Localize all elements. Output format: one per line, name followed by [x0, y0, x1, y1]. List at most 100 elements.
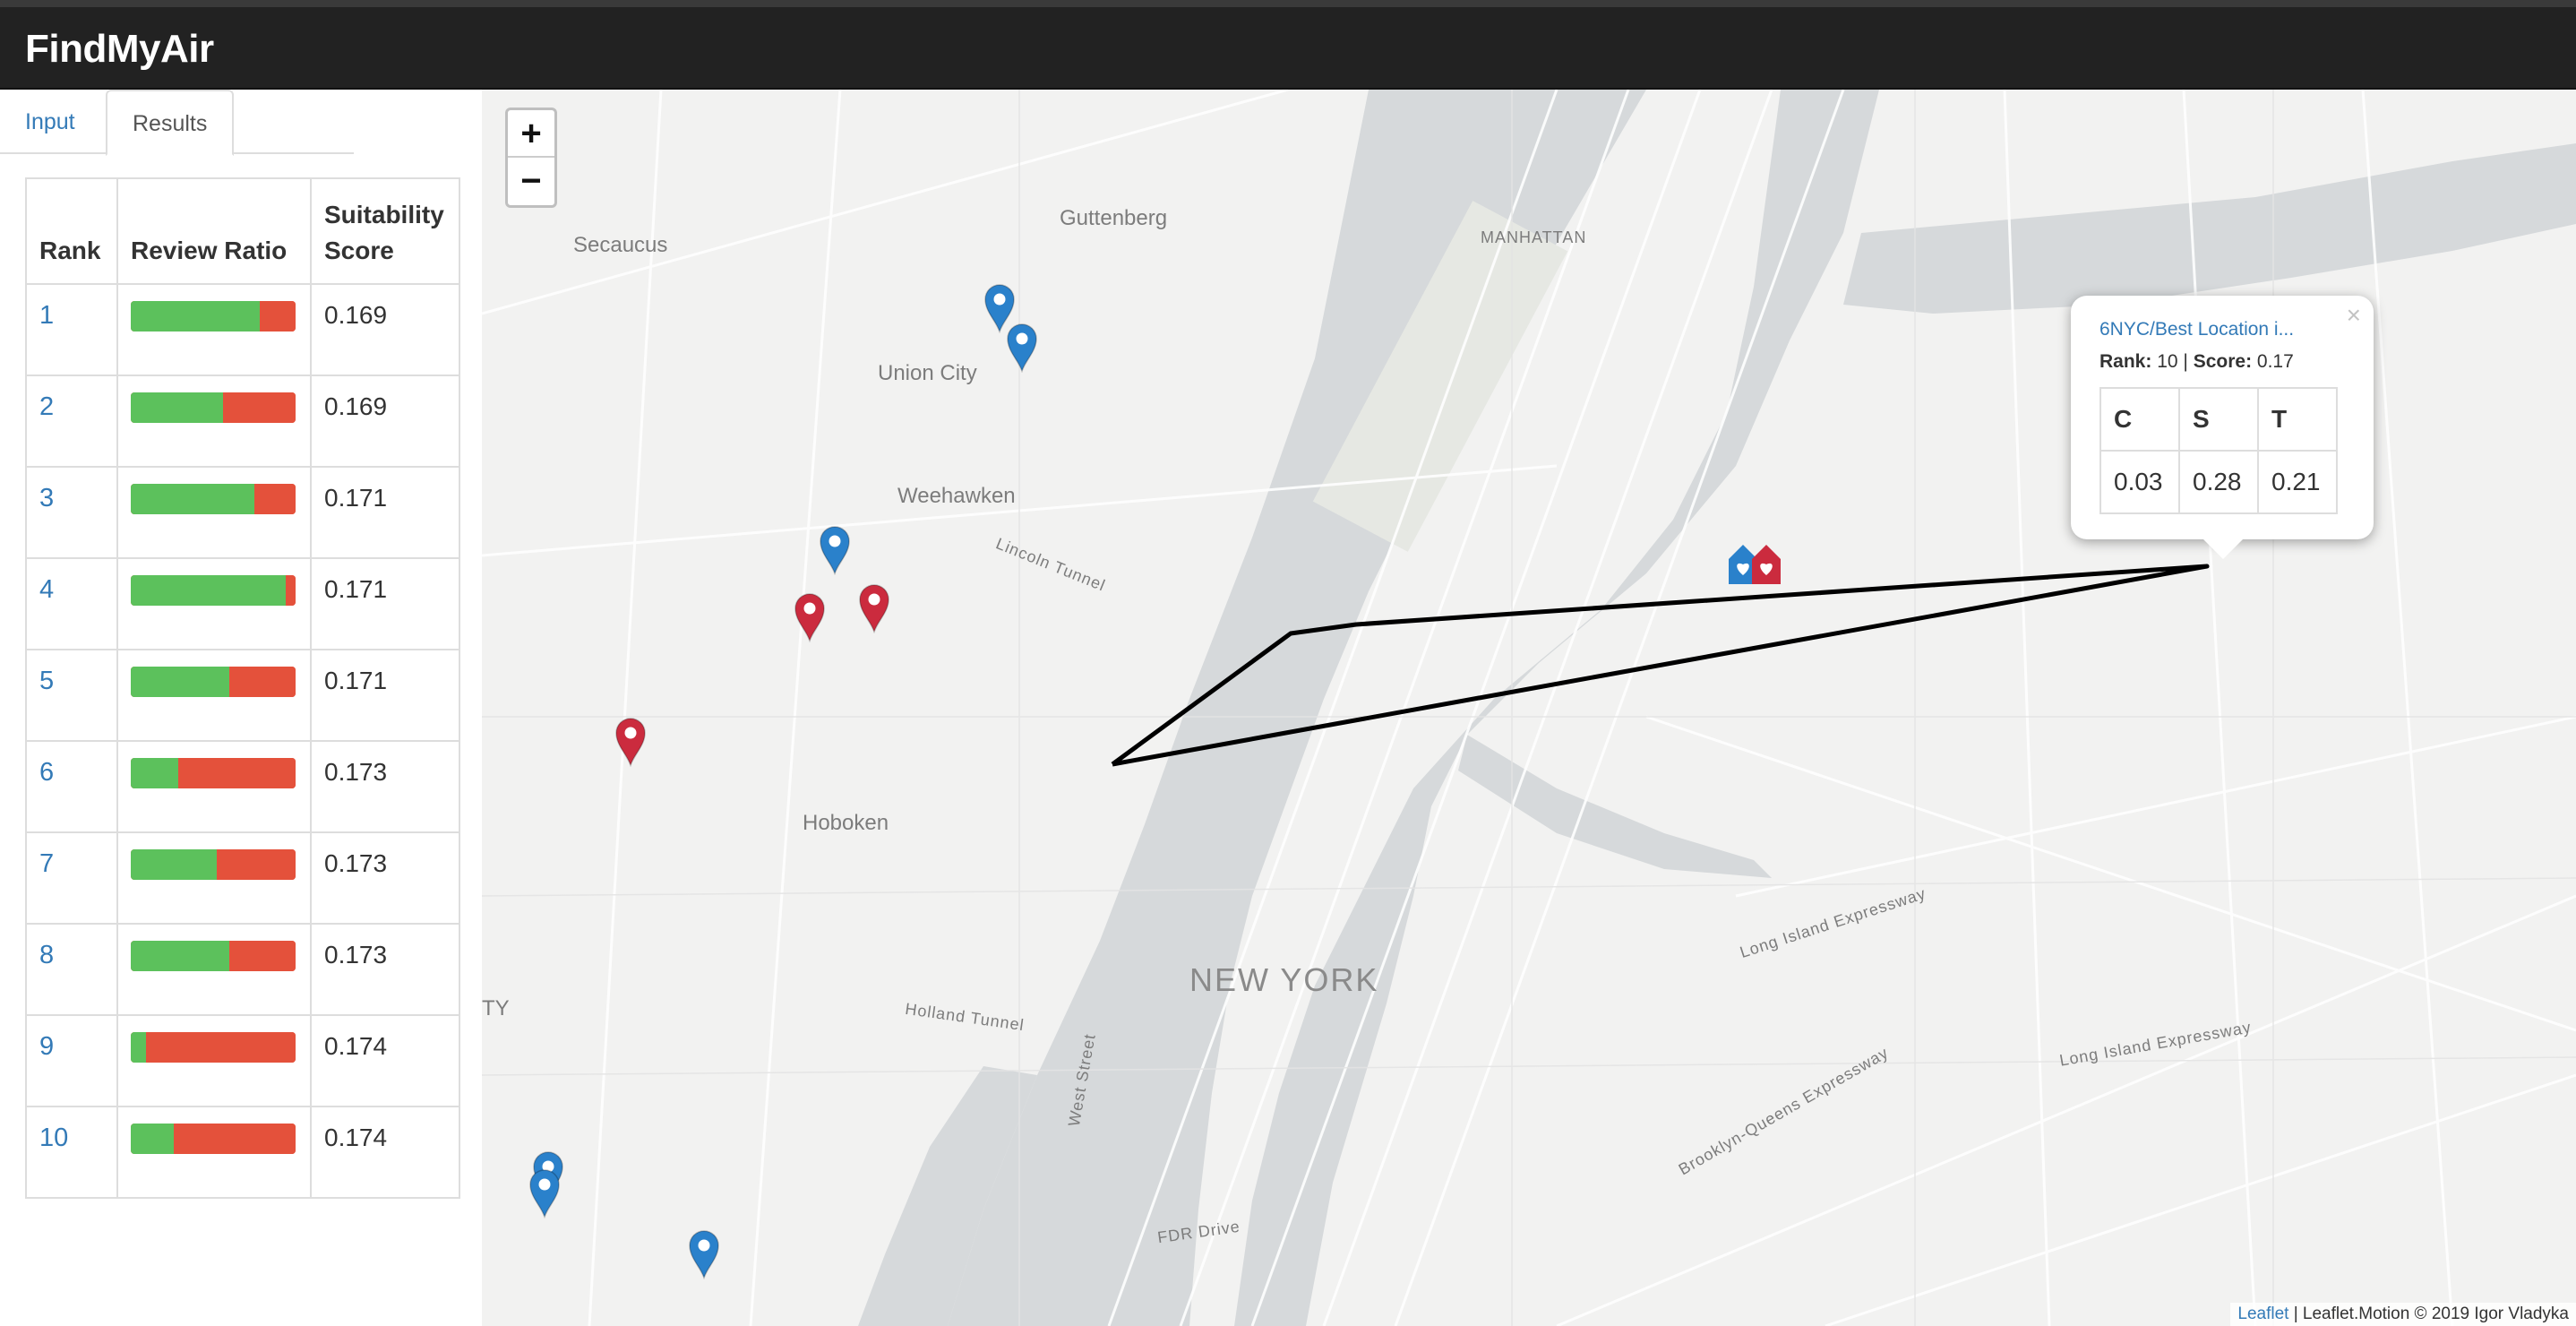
positive-review-fill [131, 1032, 146, 1063]
red-map-marker-icon[interactable] [614, 717, 647, 771]
map-label-secaucus: Secaucus [573, 233, 668, 257]
rank-cell: 3 [25, 466, 118, 559]
rank-cell: 9 [25, 1014, 118, 1107]
negative-review-fill [216, 849, 296, 880]
popup-close-button[interactable]: × [2347, 301, 2361, 330]
tab-input[interactable]: Input [0, 90, 100, 154]
blue-map-marker-icon[interactable] [528, 1168, 561, 1223]
rank-link[interactable]: 6 [39, 758, 54, 787]
rank-link[interactable]: 1 [39, 301, 54, 330]
rank-cell: 6 [25, 740, 118, 833]
positive-review-fill [131, 849, 217, 880]
review-ratio-bar [131, 941, 296, 971]
popup-score-table: C S T 0.03 0.28 0.21 [2099, 387, 2338, 514]
red-map-marker-icon[interactable] [858, 583, 890, 638]
review-ratio-cell [116, 740, 312, 833]
review-ratio-cell [116, 923, 312, 1016]
suitability-score-cell: 0.173 [310, 831, 460, 925]
blue-map-marker-icon[interactable] [1006, 323, 1038, 377]
rank-link[interactable]: 4 [39, 575, 54, 604]
rank-cell: 2 [25, 375, 118, 468]
rank-cell: 1 [25, 283, 118, 376]
rank-cell: 4 [25, 557, 118, 650]
review-ratio-bar [131, 301, 296, 332]
popup-value-c: 0.03 [2099, 450, 2180, 514]
rank-link[interactable]: 3 [39, 484, 54, 512]
table-row: 8 0.173 [25, 923, 460, 1016]
review-ratio-cell [116, 1106, 312, 1199]
table-row: 2 0.169 [25, 375, 460, 468]
leaflet-link[interactable]: Leaflet [2237, 1304, 2288, 1323]
rank-link[interactable]: 9 [39, 1032, 54, 1061]
zoom-out-button[interactable]: − [508, 158, 554, 205]
map-label-union-city: Union City [878, 361, 977, 385]
zoom-in-button[interactable]: + [508, 110, 554, 158]
map-attribution: Leaflet | Leaflet.Motion © 2019 Igor Vla… [2230, 1303, 2576, 1326]
review-ratio-bar [131, 392, 296, 423]
suitability-score-cell: 0.169 [310, 375, 460, 468]
header-suitability-score: Suitability Score [310, 177, 460, 285]
negative-review-fill [254, 484, 296, 514]
popup-header-t: T [2257, 387, 2338, 452]
negative-review-fill [223, 392, 296, 423]
rank-link[interactable]: 2 [39, 392, 54, 421]
table-row: 7 0.173 [25, 831, 460, 925]
map-label-new-york: NEW YORK [1189, 961, 1379, 998]
table-row: 10 0.174 [25, 1106, 460, 1199]
popup-header-c: C [2099, 387, 2180, 452]
popup-header-s: S [2178, 387, 2259, 452]
positive-review-fill [131, 758, 179, 788]
suitability-score-cell: 0.173 [310, 923, 460, 1016]
table-row: 5 0.171 [25, 649, 460, 742]
blue-map-marker-icon[interactable] [688, 1229, 720, 1284]
map-label-hoboken: Hoboken [803, 811, 889, 835]
negative-review-fill [145, 1032, 296, 1063]
popup-rank-label: Rank: [2099, 351, 2152, 372]
zoom-control: + − [505, 108, 557, 208]
rank-cell: 7 [25, 831, 118, 925]
positive-review-fill [131, 575, 286, 606]
negative-review-fill [259, 301, 296, 332]
review-ratio-bar [131, 667, 296, 697]
suitability-score-cell: 0.169 [310, 283, 460, 376]
review-ratio-cell [116, 375, 312, 468]
popup-value-t: 0.21 [2257, 450, 2338, 514]
red-map-marker-icon[interactable] [794, 592, 826, 647]
negative-review-fill [229, 667, 296, 697]
review-ratio-cell [116, 831, 312, 925]
results-table: Rank Review Ratio Suitability Score 1 0.1… [25, 177, 460, 1199]
tab-results[interactable]: Results [106, 90, 235, 156]
popup-rank-value: 10 [2157, 351, 2178, 372]
negative-review-fill [229, 941, 296, 971]
map[interactable]: Secaucus Guttenberg MANHATTAN Union City… [482, 90, 2576, 1326]
rank-link[interactable]: 7 [39, 849, 54, 878]
suitability-score-cell: 0.171 [310, 557, 460, 650]
positive-review-fill [131, 484, 254, 514]
app-brand[interactable]: FindMyAir [25, 27, 214, 72]
negative-review-fill [178, 758, 296, 788]
popup-title-link[interactable]: 6NYC/Best Location i... [2099, 319, 2345, 340]
rank-link[interactable]: 5 [39, 667, 54, 695]
positive-review-fill [131, 941, 230, 971]
results-header-row: Rank Review Ratio Suitability Score [25, 177, 460, 285]
review-ratio-cell [116, 649, 312, 742]
rank-link[interactable]: 8 [39, 941, 54, 969]
positive-review-fill [131, 667, 230, 697]
rank-link[interactable]: 10 [39, 1124, 68, 1152]
review-ratio-bar [131, 575, 296, 606]
table-row: 4 0.171 [25, 557, 460, 650]
tab-bar: Input Results [0, 90, 354, 156]
review-ratio-bar [131, 484, 296, 514]
map-label-weehawken: Weehawken [897, 484, 1016, 508]
review-ratio-bar [131, 1124, 296, 1154]
listing-popup: × 6NYC/Best Location i... Rank: 10 | Sco… [2071, 296, 2374, 559]
attribution-text: | Leaflet.Motion © 2019 Igor Vladyka [2293, 1304, 2569, 1323]
negative-review-fill [285, 575, 296, 606]
map-label-guttenberg: Guttenberg [1060, 206, 1168, 230]
rank-cell: 8 [25, 923, 118, 1016]
map-label-manhattan: MANHATTAN [1481, 228, 1587, 246]
home-marker-icon[interactable] [1725, 538, 1788, 596]
blue-map-marker-icon[interactable] [819, 525, 851, 580]
review-ratio-cell [116, 283, 312, 376]
rank-cell: 10 [25, 1106, 118, 1199]
